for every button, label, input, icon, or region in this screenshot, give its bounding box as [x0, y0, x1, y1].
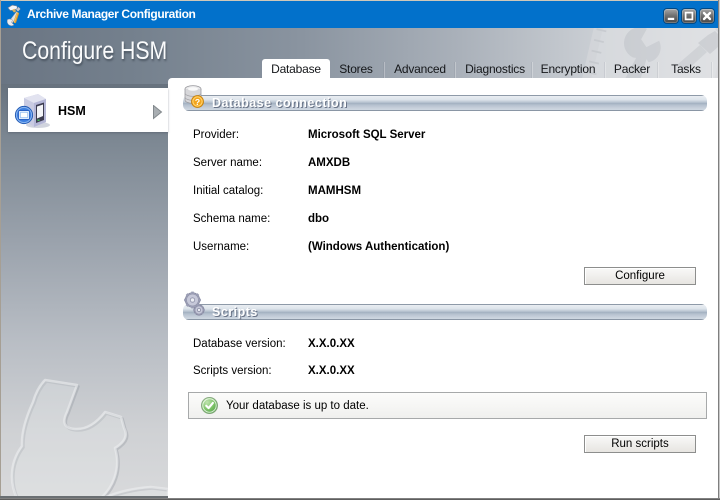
svg-text:?: ? — [195, 97, 200, 107]
